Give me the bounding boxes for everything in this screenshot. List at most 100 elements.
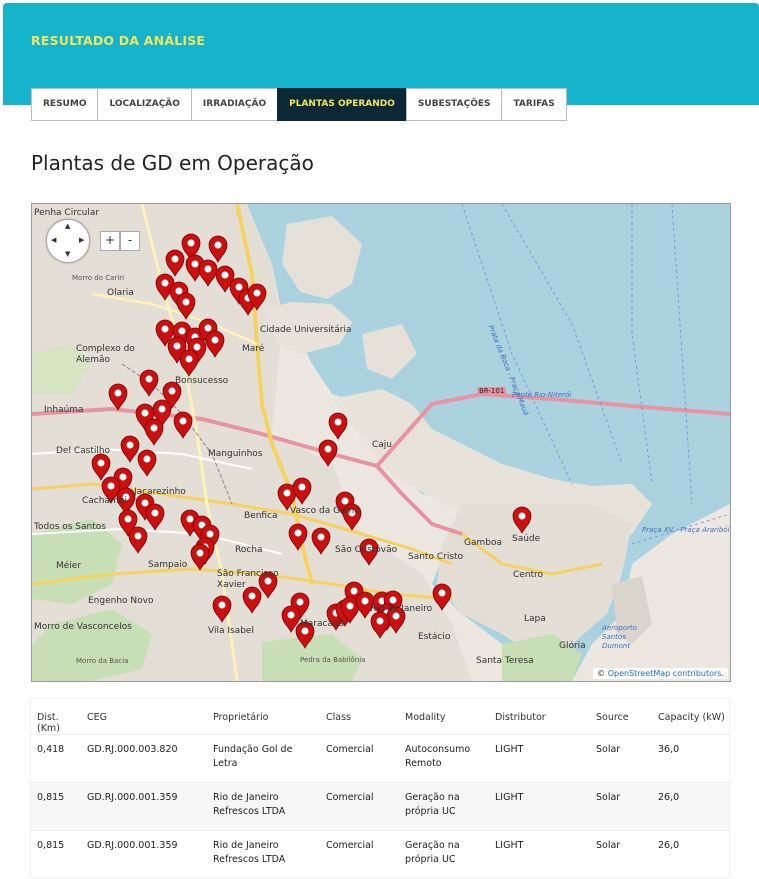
page-title: Plantas de GD em Operação — [31, 151, 314, 175]
map-label-estacio: Estácio — [418, 632, 451, 642]
map-pan-control[interactable]: ▲ ▼ ◀ ▶ — [46, 219, 90, 263]
cell-source: Solar — [590, 734, 652, 783]
plant-marker-icon[interactable] — [144, 418, 164, 446]
tab-irradiacao[interactable]: IRRADIAÇÃO — [190, 88, 279, 121]
plant-marker-icon[interactable] — [145, 503, 165, 531]
map-label-santa-teresa: Santa Teresa — [476, 656, 534, 666]
cell-source: Solar — [590, 782, 652, 831]
zoom-in-button[interactable]: + — [100, 231, 120, 251]
map-label-morro-cariri: Morro do Cariri — [72, 274, 125, 282]
plant-marker-icon[interactable] — [165, 249, 185, 277]
plant-marker-icon[interactable] — [292, 477, 312, 505]
col-header-modality[interactable]: Modality — [399, 699, 489, 735]
col-header-ceg[interactable]: CEG — [81, 699, 207, 735]
plant-marker-icon[interactable] — [318, 439, 338, 467]
table-row[interactable]: 0,815 GD.RJ.000.001.359 Rio de Janeiro R… — [31, 830, 729, 879]
map-label-centro: Centro — [513, 570, 544, 580]
map-label-sampaio: Sampaio — [148, 560, 188, 570]
pan-left-icon[interactable]: ◀ — [51, 237, 56, 244]
map-label-sao-cristovao: São Cristóvão — [335, 545, 398, 555]
map-label-engenho-novo: Engenho Novo — [88, 596, 154, 606]
zoom-out-button[interactable]: - — [120, 231, 140, 251]
plant-marker-icon[interactable] — [108, 383, 128, 411]
pan-down-icon[interactable]: ▼ — [65, 251, 70, 258]
map-label-morro-vasconcelos: Morro de Vasconcelos — [34, 622, 132, 632]
map-label-morro-bacia: Morro da Bacia — [76, 657, 129, 665]
map-label-jacarezinho: Jacarezinho — [134, 487, 186, 497]
cell-capacity: 36,0 — [652, 734, 729, 783]
plant-marker-icon[interactable] — [205, 330, 225, 358]
cell-dist: 0,418 — [31, 734, 81, 783]
table-row[interactable]: 0,418 GD.RJ.000.003.820 Fundação Gol de … — [31, 734, 729, 783]
table-row[interactable]: 0,815 GD.RJ.000.001.359 Rio de Janeiro R… — [31, 782, 729, 831]
plant-marker-icon[interactable] — [179, 349, 199, 377]
plant-marker-icon[interactable] — [288, 523, 308, 551]
plant-marker-icon[interactable] — [139, 369, 159, 397]
map-label-cidade-universitaria: Cidade Universitária — [260, 325, 352, 335]
cell-distributor: LIGHT — [489, 830, 590, 879]
plant-marker-icon[interactable] — [328, 412, 348, 440]
map-label-gloria: Glória — [559, 641, 586, 651]
cell-source: Solar — [590, 830, 652, 879]
map-label-vila-isabel: Vila Isabel — [208, 626, 254, 636]
results-tabs: RESUMO LOCALIZAÇÃO IRRADIAÇÃO PLANTAS OP… — [31, 88, 567, 121]
tab-localizacao[interactable]: LOCALIZAÇÃO — [97, 88, 192, 121]
tab-resumo[interactable]: RESUMO — [31, 88, 99, 121]
map-label-santo-cristo: Santo Cristo — [408, 552, 464, 562]
map-label-maracana: Maracanã — [300, 619, 345, 629]
tab-subestacoes[interactable]: SUBESTAÇÕES — [405, 88, 503, 121]
map-label-cachambi: Cachambi — [82, 496, 127, 506]
cell-distributor: LIGHT — [489, 734, 590, 783]
attribution-suffix: . — [721, 669, 724, 678]
tab-tarifas[interactable]: TARIFAS — [501, 88, 567, 121]
pan-up-icon[interactable]: ▲ — [65, 223, 70, 230]
cell-ceg: GD.RJ.000.001.359 — [81, 782, 207, 831]
cell-modality: Geração na própria UC — [399, 830, 489, 879]
table-header-row: Dist. (Km) CEG Proprietário Class Modali… — [31, 699, 729, 735]
map-label-olaria: Olaria — [107, 288, 134, 298]
cell-class: Comercial — [320, 782, 399, 831]
plant-marker-icon[interactable] — [173, 411, 193, 439]
plant-marker-icon[interactable] — [370, 611, 390, 639]
col-header-distributor[interactable]: Distributor — [489, 699, 590, 735]
col-header-class[interactable]: Class — [320, 699, 399, 735]
plant-marker-icon[interactable] — [198, 259, 218, 287]
cell-ceg: GD.RJ.000.001.359 — [81, 830, 207, 879]
plant-marker-icon[interactable] — [190, 543, 210, 571]
cell-dist: 0,815 — [31, 830, 81, 879]
plant-marker-icon[interactable] — [512, 506, 532, 534]
cell-distributor: LIGHT — [489, 782, 590, 831]
pan-right-icon[interactable]: ▶ — [79, 237, 84, 244]
plant-marker-icon[interactable] — [208, 235, 228, 263]
map-label-rio-de-janeiro: Rio de Janeiro — [370, 604, 433, 614]
plant-marker-icon[interactable] — [212, 595, 232, 623]
plants-table-container: Dist. (Km) CEG Proprietário Class Modali… — [31, 699, 729, 879]
map-label-todos-santos: Todos os Santos — [34, 522, 106, 532]
plants-map[interactable]: Penha Circular Olaria Morro do Cariri Co… — [31, 203, 731, 682]
cell-dist: 0,815 — [31, 782, 81, 831]
map-label-del-castilho: Del Castilho — [56, 446, 111, 456]
plant-marker-icon[interactable] — [128, 526, 148, 554]
plant-marker-icon[interactable] — [311, 527, 331, 555]
plant-marker-icon[interactable] — [137, 449, 157, 477]
map-label-inhauma: Inhaúma — [44, 405, 84, 415]
cell-proprietario: Fundação Gol de Letra — [207, 734, 320, 783]
col-header-proprietario[interactable]: Proprietário — [207, 699, 320, 735]
map-attribution: © OpenStreetMap contributors. — [593, 668, 728, 679]
plant-marker-icon[interactable] — [91, 453, 111, 481]
plant-marker-icon[interactable] — [176, 292, 196, 320]
cell-proprietario: Rio de Janeiro Refrescos LTDA — [207, 782, 320, 831]
tab-plantas-operando[interactable]: PLANTAS OPERANDO — [277, 88, 407, 121]
cell-class: Comercial — [320, 830, 399, 879]
plant-marker-icon[interactable] — [120, 435, 140, 463]
col-header-source[interactable]: Source — [590, 699, 652, 735]
plant-marker-icon[interactable] — [432, 583, 452, 611]
cell-class: Comercial — [320, 734, 399, 783]
osm-attribution-link[interactable]: OpenStreetMap contributors — [608, 669, 722, 678]
map-label-complexo-alemao: Complexo do Alemão — [76, 344, 135, 365]
cell-capacity: 26,0 — [652, 830, 729, 879]
col-header-dist[interactable]: Dist. (Km) — [31, 699, 81, 735]
col-header-capacity[interactable]: Capacity (kW) — [652, 699, 729, 735]
map-label-br101: BR-101 — [477, 387, 507, 395]
map-label-penha-circular: Penha Circular — [34, 208, 100, 218]
